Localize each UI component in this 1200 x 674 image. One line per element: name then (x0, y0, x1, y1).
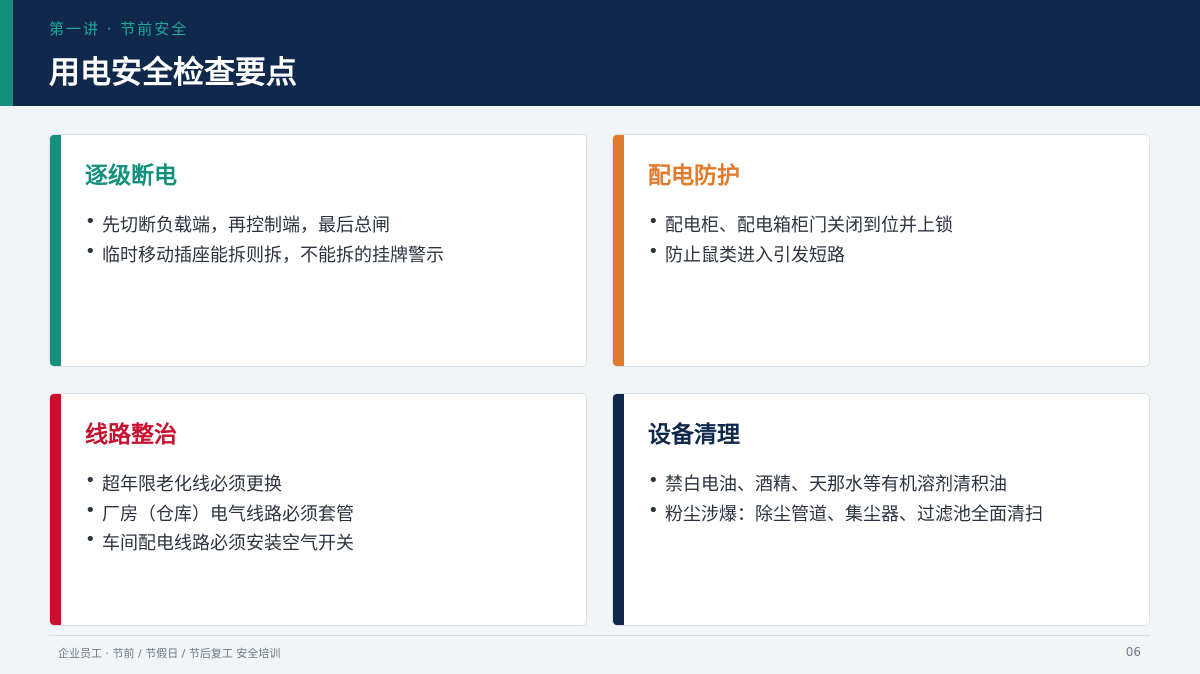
bullet-icon: • (648, 240, 659, 262)
section-kicker: 第一讲 · 节前安全 (49, 20, 189, 38)
card-wiring-fix: 线路整治 • 超年限老化线必须更换 • 厂房（仓库）电气线路必须套管 • 车间配电线路… (49, 393, 587, 626)
list-item-text: 配电柜、配电箱柜门关闭到位并上锁 (665, 215, 953, 236)
header-accent-bar (0, 0, 13, 106)
card-distribution-protection: 配电防护 • 配电柜、配电箱柜门关闭到位并上锁 • 防止鼠类进入引发短路 (612, 134, 1150, 367)
bullet-icon: • (85, 240, 96, 262)
list-item-text: 厂房（仓库）电气线路必须套管 (102, 503, 354, 525)
footer-caption: 企业员工 · 节前 / 节假日 / 节后复工 安全培训 (58, 647, 281, 660)
bullet-icon: • (85, 470, 96, 491)
list-item: • 车间配电线路必须安装空气开关 (85, 529, 354, 559)
card-title: 设备清理 (648, 422, 740, 448)
bullet-icon: • (85, 529, 96, 550)
list-item-text: 防止鼠类进入引发短路 (665, 244, 845, 266)
list-item-text: 先切断负载端，再控制端，最后总闸 (102, 215, 390, 236)
list-item: • 防止鼠类进入引发短路 (648, 241, 953, 271)
bullet-icon: • (648, 470, 659, 491)
list-item: • 粉尘涉爆：除尘管道、集尘器、过滤池全面清扫 (648, 500, 1043, 530)
list-item: • 禁白电油、酒精、天那水等有机溶剂清积油 (648, 470, 1043, 500)
card-accent-bar (50, 135, 61, 366)
card-list: • 先切断负载端，再控制端，最后总闸 • 临时移动插座能拆则拆，不能拆的挂牌警示 (85, 211, 444, 270)
bullet-icon: • (85, 211, 96, 232)
page-number: 06 (1125, 645, 1141, 659)
bullet-icon: • (648, 499, 659, 521)
list-item: • 厂房（仓库）电气线路必须套管 (85, 500, 354, 530)
card-accent-bar (613, 394, 624, 625)
list-item-text: 临时移动插座能拆则拆，不能拆的挂牌警示 (102, 244, 444, 266)
card-list: • 超年限老化线必须更换 • 厂房（仓库）电气线路必须套管 • 车间配电线路必须安装空… (85, 470, 354, 559)
bullet-icon: • (648, 211, 659, 232)
list-item: • 先切断负载端，再控制端，最后总闸 (85, 211, 444, 241)
card-list: • 配电柜、配电箱柜门关闭到位并上锁 • 防止鼠类进入引发短路 (648, 211, 953, 270)
list-item: • 临时移动插座能拆则拆，不能拆的挂牌警示 (85, 241, 444, 271)
card-power-off: 逐级断电 • 先切断负载端，再控制端，最后总闸 • 临时移动插座能拆则拆，不能拆的挂… (49, 134, 587, 367)
card-list: • 禁白电油、酒精、天那水等有机溶剂清积油 • 粉尘涉爆：除尘管道、集尘器、过滤池全… (648, 470, 1043, 529)
card-title: 配电防护 (648, 163, 740, 189)
footer-divider (49, 635, 1150, 636)
list-item-text: 禁白电油、酒精、天那水等有机溶剂清积油 (665, 474, 1007, 495)
card-equipment-cleaning: 设备清理 • 禁白电油、酒精、天那水等有机溶剂清积油 • 粉尘涉爆：除尘管道、集尘器… (612, 393, 1150, 626)
list-item-text: 超年限老化线必须更换 (102, 474, 282, 495)
list-item-text: 车间配电线路必须安装空气开关 (102, 533, 354, 554)
bullet-icon: • (85, 499, 96, 521)
list-item-text: 粉尘涉爆：除尘管道、集尘器、过滤池全面清扫 (665, 503, 1043, 525)
page-title: 用电安全检查要点 (49, 55, 297, 91)
card-title: 线路整治 (85, 422, 177, 448)
card-accent-bar (50, 394, 61, 625)
list-item: • 配电柜、配电箱柜门关闭到位并上锁 (648, 211, 953, 241)
header-banner: 第一讲 · 节前安全 用电安全检查要点 (0, 0, 1200, 106)
card-title: 逐级断电 (85, 163, 177, 189)
list-item: • 超年限老化线必须更换 (85, 470, 354, 500)
card-accent-bar (613, 135, 624, 366)
